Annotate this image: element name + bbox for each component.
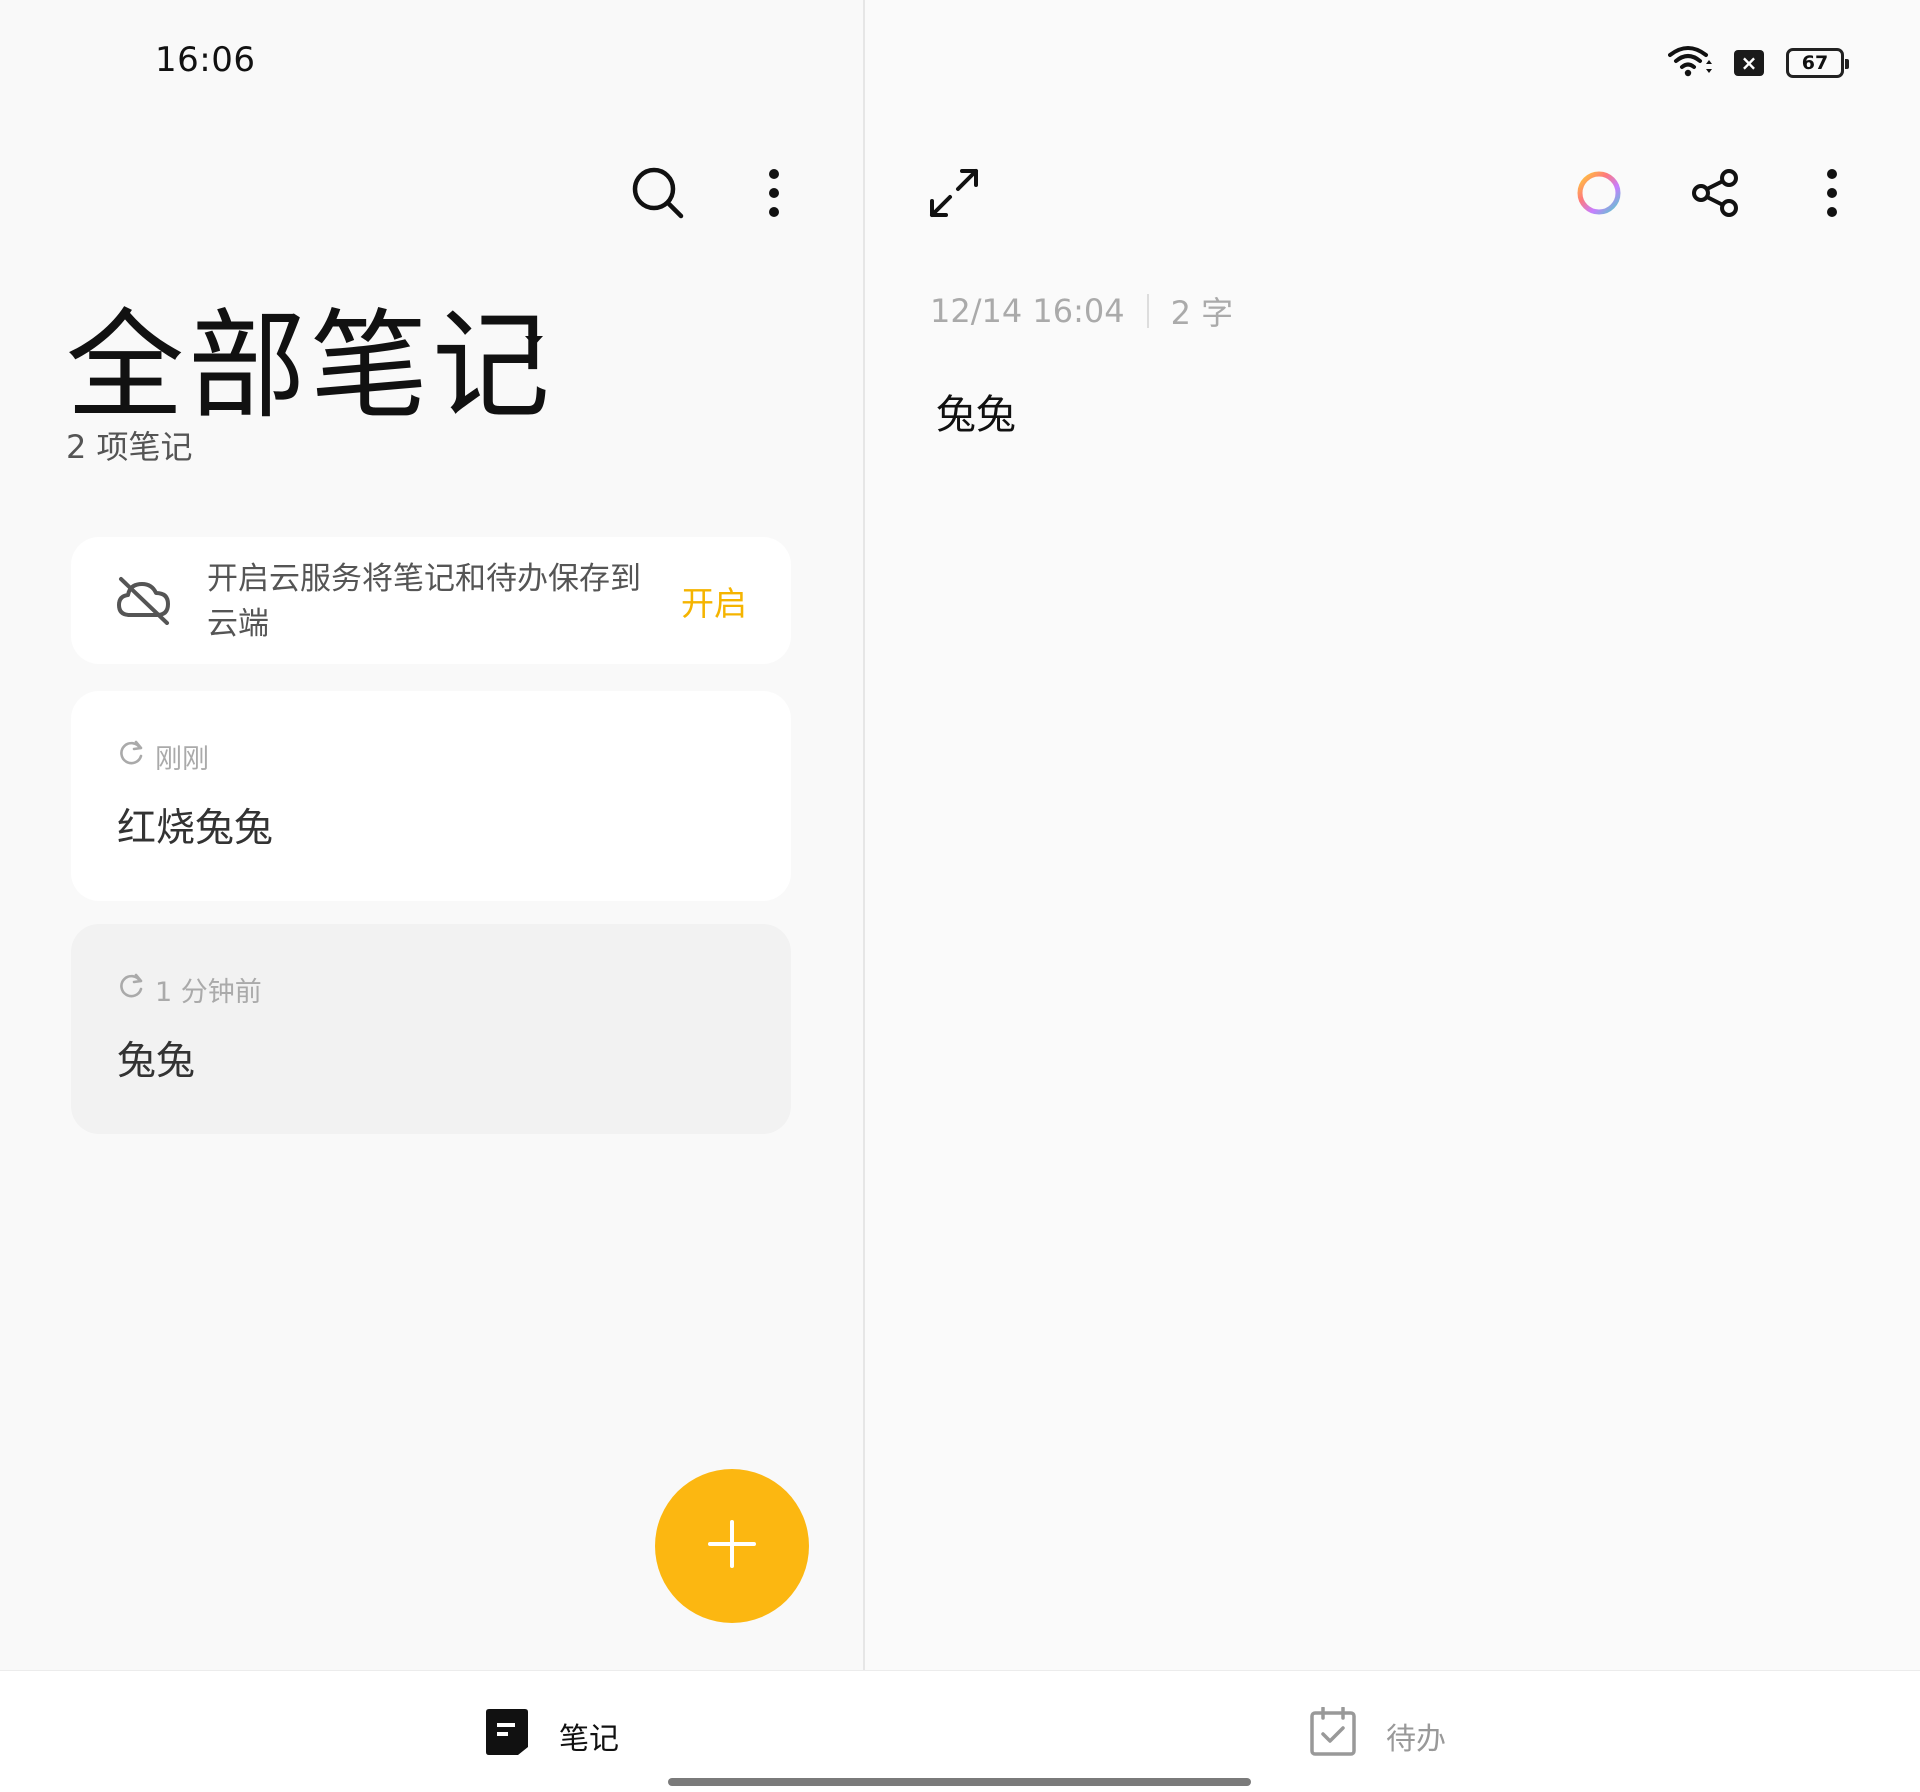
todo-check-icon <box>1310 1706 1356 1765</box>
tab-notes[interactable]: 笔记 <box>485 1707 619 1765</box>
note-date: 12/14 16:04 <box>930 292 1125 330</box>
meta-separator <box>1146 294 1149 328</box>
cloud-banner-message: 开启云服务将笔记和待办保存到云端 <box>207 561 641 642</box>
search-button[interactable] <box>626 163 690 227</box>
plus-icon <box>707 1519 757 1573</box>
note-item-selected[interactable]: 1 分钟前 兔兔 <box>71 924 791 1134</box>
note-detail-meta: 12/14 16:04 2 字 <box>930 288 1233 334</box>
note-item[interactable]: 刚刚 红烧兔兔 <box>71 691 791 901</box>
tab-todo-label: 待办 <box>1386 1722 1446 1757</box>
tab-todo[interactable]: 待办 <box>1310 1706 1446 1765</box>
note-time: 刚刚 <box>155 744 209 775</box>
note-detail-pane <box>865 0 1920 1670</box>
share-icon <box>1691 168 1741 222</box>
more-vertical-icon <box>767 168 781 222</box>
color-ring-icon <box>1574 168 1624 222</box>
note-time: 1 分钟前 <box>155 977 262 1008</box>
tab-notes-label: 笔记 <box>559 1722 619 1757</box>
home-indicator[interactable] <box>668 1778 1251 1786</box>
note-icon <box>485 1707 529 1765</box>
folder-title[interactable]: 全部笔记 <box>66 270 554 441</box>
more-vertical-icon <box>1825 168 1839 222</box>
status-time: 16:06 <box>155 40 256 80</box>
expand-icon <box>928 167 980 223</box>
battery-icon: 67 <box>1786 48 1849 78</box>
share-button[interactable] <box>1684 163 1748 227</box>
more-options-button[interactable] <box>742 163 806 227</box>
expand-button[interactable] <box>922 163 986 227</box>
bottom-navigation: 笔记 待办 <box>0 1670 1920 1792</box>
folder-dropdown-icon[interactable] <box>525 336 543 346</box>
search-icon <box>630 165 686 225</box>
enable-cloud-button[interactable]: 开启 <box>681 577 747 625</box>
no-sim-icon: × <box>1734 50 1764 76</box>
background-color-button[interactable] <box>1567 163 1631 227</box>
cloud-off-icon <box>115 575 173 625</box>
note-count: 2 项笔记 <box>66 428 193 466</box>
add-note-button[interactable] <box>655 1469 809 1623</box>
note-title: 红烧兔兔 <box>117 806 274 851</box>
sync-icon <box>117 739 145 774</box>
word-count: 2 字 <box>1170 294 1234 332</box>
sync-icon <box>117 972 145 1007</box>
status-icons: × 67 <box>1668 44 1849 82</box>
note-meta: 刚刚 <box>117 737 209 776</box>
cloud-service-banner: 开启云服务将笔记和待办保存到云端 开启 <box>71 537 791 664</box>
note-meta: 1 分钟前 <box>117 970 262 1009</box>
note-title: 兔兔 <box>117 1039 196 1084</box>
note-body-editor[interactable]: 兔兔 <box>936 382 1016 440</box>
wifi-icon <box>1668 44 1712 82</box>
note-more-button[interactable] <box>1800 163 1864 227</box>
